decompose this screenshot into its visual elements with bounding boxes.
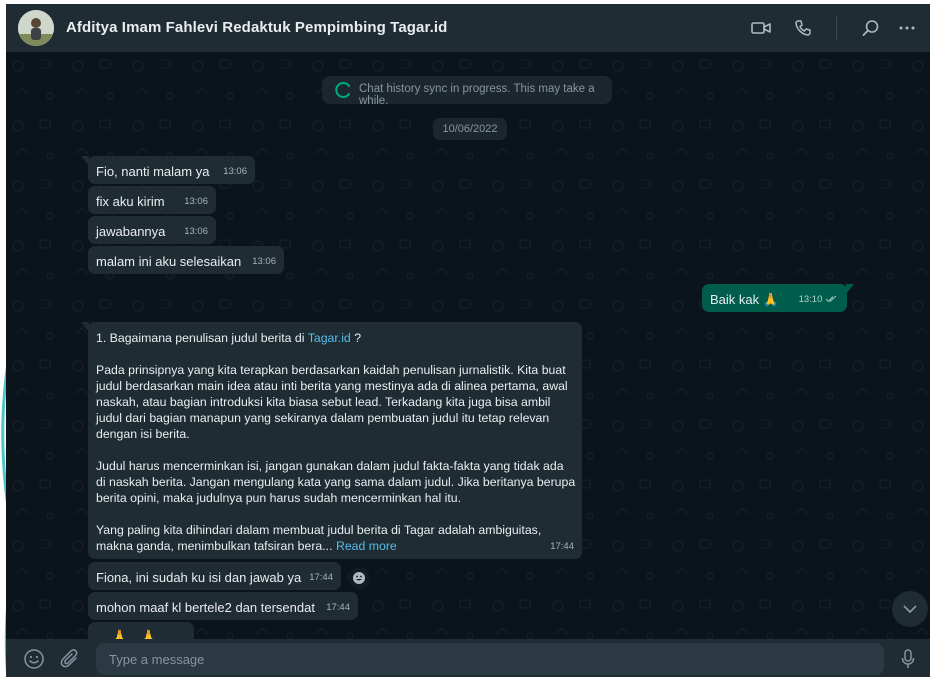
praying-hands-emoji: 🙏🙏 <box>112 629 170 639</box>
bubble-tail <box>81 322 89 332</box>
incoming-message[interactable]: mohon maaf kl bertele2 dan tersendat 17:… <box>88 592 358 620</box>
message-text: malam ini aku selesaikan <box>96 254 242 269</box>
scroll-to-bottom-button[interactable] <box>892 591 928 627</box>
incoming-message[interactable]: fix aku kirim 13:06 <box>88 186 216 214</box>
microphone-icon[interactable] <box>896 647 920 671</box>
attach-icon[interactable] <box>58 647 82 671</box>
header-separator <box>836 16 837 40</box>
message-time: 17:44 <box>550 541 574 552</box>
message-text: fix aku kirim <box>96 194 165 209</box>
message-text: mohon maaf kl bertele2 dan tersendat <box>96 600 315 615</box>
message-list[interactable]: Chat history sync in progress. This may … <box>6 52 930 639</box>
emoji-icon[interactable] <box>22 647 46 671</box>
incoming-message[interactable]: Fio, nanti malam ya 13:06 <box>81 156 255 184</box>
praying-hands-emoji: 🙏 <box>762 292 779 307</box>
smiley-icon <box>353 572 365 584</box>
contact-avatar[interactable] <box>18 10 54 46</box>
message-text: Baik kak 🙏 <box>710 292 779 307</box>
message-text: Fio, nanti malam ya <box>96 164 210 179</box>
video-call-icon[interactable] <box>749 16 773 40</box>
date-divider: 10/06/2022 <box>433 118 507 140</box>
paragraph-1: Pada prinsipnya yang kita terapkan berda… <box>96 363 568 441</box>
message-time: 17:44 <box>309 572 333 583</box>
message-time: 17:44 <box>326 602 350 613</box>
menu-icon[interactable] <box>895 16 919 40</box>
bubble-tail <box>846 284 854 294</box>
outgoing-message[interactable]: Baik kak 🙏 13:10 <box>702 284 854 312</box>
chat-window: Afditya Imam Fahlevi Redaktuk Pempimbing… <box>6 4 930 677</box>
voice-call-icon[interactable] <box>791 16 815 40</box>
message-time: 13:06 <box>184 196 208 207</box>
chat-header: Afditya Imam Fahlevi Redaktuk Pempimbing… <box>6 4 930 52</box>
read-more-link[interactable]: Read more <box>336 539 397 553</box>
emoji-reaction-button[interactable] <box>348 567 370 589</box>
incoming-long-message[interactable]: 1. Bagaimana penulisan judul berita di T… <box>81 322 582 559</box>
sync-notice-text: Chat history sync in progress. This may … <box>359 83 595 107</box>
paragraph-3: Yang paling kita dihindari dalam membuat… <box>96 523 542 553</box>
message-text: Fiona, ini sudah ku isi dan jawab ya <box>96 570 302 585</box>
message-time: 13:10 <box>799 291 837 308</box>
incoming-message[interactable]: jawabannya 13:06 <box>88 216 216 244</box>
incoming-message[interactable]: malam ini aku selesaikan 13:06 <box>88 246 284 274</box>
read-receipt-icon <box>825 296 837 303</box>
contact-name[interactable]: Afditya Imam Fahlevi Redaktuk Pempimbing… <box>66 19 447 36</box>
incoming-message[interactable]: Fiona, ini sudah ku isi dan jawab ya 17:… <box>88 562 341 590</box>
message-text: jawabannya <box>96 224 166 239</box>
tagar-link[interactable]: Tagar.id <box>308 331 351 345</box>
question-line: 1. Bagaimana penulisan judul berita di T… <box>96 331 362 345</box>
message-text: 1. Bagaimana penulisan judul berita di T… <box>96 330 576 570</box>
sync-notice: Chat history sync in progress. This may … <box>322 76 612 107</box>
avatar-image <box>18 10 54 46</box>
message-time: 13:06 <box>184 226 208 237</box>
incoming-message[interactable]: 🙏🙏 <box>88 622 194 639</box>
search-icon[interactable] <box>859 16 883 40</box>
bubble-tail <box>81 156 89 166</box>
message-input[interactable] <box>96 643 884 675</box>
paragraph-2: Judul harus mencerminkan isi, jangan gun… <box>96 459 576 505</box>
composer <box>6 639 930 677</box>
chevron-down-icon <box>903 605 917 613</box>
sync-spinner-icon <box>335 82 350 98</box>
message-time: 13:06 <box>252 256 276 267</box>
message-time: 13:06 <box>223 166 247 177</box>
